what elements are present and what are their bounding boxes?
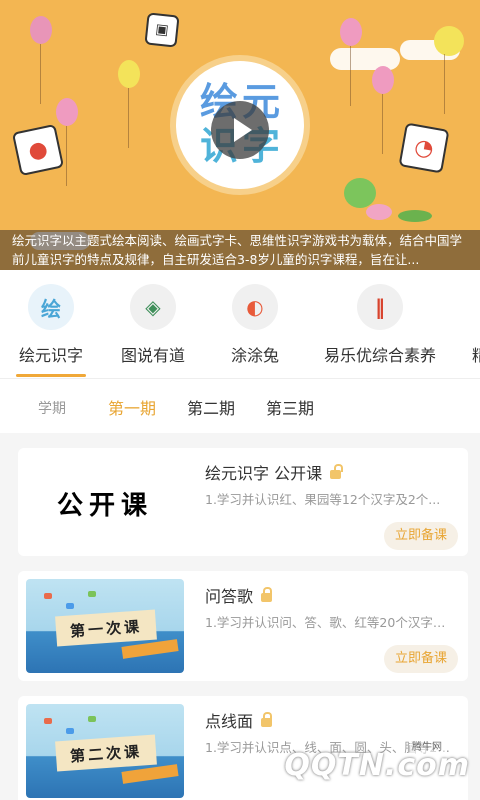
lesson-description: 1.学习并认识问、答、歌、红等20个汉字及...	[205, 615, 457, 630]
lock-icon	[261, 586, 273, 602]
site-watermark: 腾牛网 QQTN.com	[284, 738, 470, 783]
lesson-title: 问答歌	[205, 583, 273, 607]
lesson-thumbnail: 公开课	[26, 456, 184, 550]
category-tabs: 绘 绘元识字 ◈ 图说有道 ◐ 涂涂兔 ‖ 易乐优综合素养 精	[0, 270, 480, 378]
category-huiyuan[interactable]: 绘 绘元识字	[16, 284, 86, 366]
play-button-icon[interactable]	[211, 101, 269, 159]
balloon-decoration	[56, 98, 78, 186]
frog-decoration-icon	[344, 178, 376, 208]
active-tab-indicator	[16, 374, 86, 377]
bird-decoration	[66, 603, 74, 609]
balloon-decoration	[118, 60, 140, 148]
balloon-decoration	[434, 26, 464, 114]
category-partial[interactable]: 精	[470, 284, 480, 366]
strawberry-card-icon: ●	[11, 123, 65, 177]
huiyuan-logo-icon: 绘	[28, 284, 74, 330]
book-decoration	[121, 639, 179, 659]
lesson-card[interactable]: 第一次课 问答歌 1.学习并认识问、答、歌、红等20个汉字及... 立即备课	[18, 571, 468, 681]
category-label: 精	[471, 346, 480, 365]
lesson-title-text: 点线面	[205, 712, 254, 731]
lesson-title: 绘元识字 公开课	[205, 460, 344, 484]
term-selector: 学期 第一期 第二期 第三期	[0, 379, 480, 433]
robot-card-icon: ▣	[144, 12, 180, 48]
bird-decoration	[44, 718, 52, 724]
bird-decoration	[66, 728, 74, 734]
banner-description: 绘元识字以主题式绘本阅读、绘画式字卡、思维性识字游戏书为载体，结合中国学前儿童识…	[0, 230, 480, 270]
category-yileyou[interactable]: ‖ 易乐优综合素养	[318, 284, 442, 366]
lesson-title-text: 绘元识字 公开课	[205, 464, 323, 483]
lesson-thumbnail: 第二次课	[26, 704, 184, 798]
lesson-card[interactable]: 公开课 绘元识字 公开课 1.学习并认识红、果园等12个汉字及2个... 立即备…	[18, 448, 468, 556]
category-tututu[interactable]: ◐ 涂涂兔	[224, 284, 286, 366]
tushuo-logo-icon: ◈	[130, 284, 176, 330]
lesson-title: 点线面	[205, 708, 273, 732]
category-label: 易乐优综合素养	[323, 346, 436, 365]
book-decoration	[121, 764, 179, 784]
lock-icon	[261, 711, 273, 727]
balloon-decoration	[30, 16, 52, 104]
term-tab-1[interactable]: 第一期	[108, 395, 156, 419]
lily-pad-decoration-icon	[398, 210, 432, 222]
lesson-title-text: 问答歌	[205, 587, 254, 606]
balloon-decoration	[372, 66, 394, 154]
category-label: 涂涂兔	[230, 346, 279, 365]
watermark-subtitle: 腾牛网	[410, 738, 444, 753]
bird-decoration	[88, 716, 96, 722]
lotus-decoration-icon	[366, 204, 392, 220]
term-label: 学期	[38, 401, 66, 417]
tututu-logo-icon: ◐	[232, 284, 278, 330]
category-tushuo[interactable]: ◈ 图说有道	[116, 284, 190, 366]
term-tab-3[interactable]: 第三期	[266, 395, 314, 419]
unlock-icon	[330, 463, 344, 479]
bird-decoration	[44, 593, 52, 599]
category-label: 图说有道	[120, 346, 185, 365]
watermark-logo: QQTN.com	[284, 748, 470, 783]
prepare-lesson-button[interactable]: 立即备课	[384, 645, 458, 673]
cloud-decoration	[330, 48, 400, 70]
video-banner[interactable]: ● ◔ ▣ 绘元 识字 绘元识字以主题式绘本阅读、绘画式字卡、思维性识字游戏书为…	[0, 0, 480, 270]
alarm-clock-card-icon: ◔	[398, 122, 450, 174]
category-label: 绘元识字	[18, 346, 83, 365]
thumbnail-title: 第一次课	[55, 609, 157, 647]
prepare-lesson-button[interactable]: 立即备课	[384, 522, 458, 550]
term-tab-2[interactable]: 第二期	[187, 395, 235, 419]
bird-decoration	[88, 591, 96, 597]
yileyou-logo-icon: ‖	[357, 284, 403, 330]
lesson-description: 1.学习并认识红、果园等12个汉字及2个...	[205, 492, 441, 507]
lesson-thumbnail: 第一次课	[26, 579, 184, 673]
balloon-decoration	[340, 18, 362, 106]
thumbnail-title: 第二次课	[55, 734, 157, 772]
